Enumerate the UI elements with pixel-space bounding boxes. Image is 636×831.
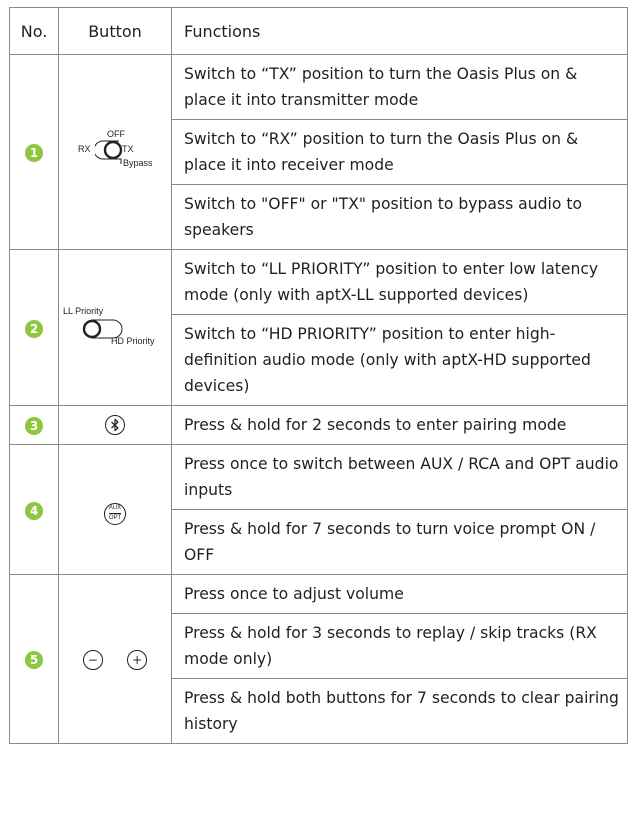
header-button: Button [58,7,172,55]
function-text: Switch to “LL PRIORITY” position to ente… [171,249,628,315]
divider [109,513,121,515]
number-badge: 4 [25,501,43,520]
opt-label: OPT [108,515,122,522]
row-number-cell: 4 [9,444,59,575]
header-no: No. [9,7,59,55]
power-mode-switch-diagram: OFF RX TX Bypass [65,127,165,177]
minus-icon: − [82,649,103,670]
function-text: Press & hold both buttons for 7 seconds … [171,678,628,744]
functions-table: No. Button Functions 1 OFF RX TX Bypass … [9,7,628,744]
table-row: 3 Press & hold for 2 seconds to enter pa… [9,405,628,445]
function-text: Switch to “TX” position to turn the Oasi… [171,54,628,120]
function-text: Press & hold for 7 seconds to turn voice… [171,509,628,575]
function-text: Press & hold for 2 seconds to enter pair… [171,405,628,445]
table-row: 2 LL Priority HD Priority Switch to “LL … [9,249,628,406]
table-row: 4 AUX OPT Press once to switch between A… [9,444,628,575]
bluetooth-icon [105,415,125,435]
number-badge: 2 [25,319,43,338]
row-number-cell: 5 [9,574,59,744]
function-text: Switch to "OFF" or "TX" position to bypa… [171,184,628,250]
tx-label: TX [122,144,134,154]
power-mode-switch-cell: OFF RX TX Bypass [58,54,172,250]
aux-opt-icon: AUX OPT [104,502,126,525]
header-functions: Functions [171,7,628,55]
bypass-label: Bypass [123,158,153,168]
volume-buttons-cell: − + [58,574,172,744]
table-row: 5 − + Press once to adjust volume [9,574,628,744]
priority-switch-cell: LL Priority HD Priority [58,249,172,406]
number-badge: 5 [25,651,43,669]
plus-icon: + [127,649,148,670]
number-badge: 3 [25,417,43,435]
function-text: Switch to “RX” position to turn the Oasi… [171,119,628,185]
row-number-cell: 1 [9,54,59,250]
row-number-cell: 3 [9,405,59,445]
ll-priority-label: LL Priority [63,305,104,316]
bluetooth-button-cell [58,405,172,445]
input-button-cell: AUX OPT [58,444,172,575]
aux-label: AUX [108,505,122,512]
function-text: Press once to adjust volume [171,574,628,614]
header-row: No. Button Functions [9,7,628,55]
function-text: Press once to switch between AUX / RCA a… [171,444,628,510]
priority-switch-diagram: LL Priority HD Priority [61,303,169,353]
rx-label: RX [78,144,91,154]
function-text: Press & hold for 3 seconds to replay / s… [171,613,628,679]
hd-priority-label: HD Priority [111,335,155,346]
number-badge: 1 [25,144,43,162]
table-row: 1 OFF RX TX Bypass Switch to “TX” positi… [9,54,628,250]
function-text: Switch to “HD PRIORITY” position to ente… [171,314,628,406]
row-number-cell: 2 [9,249,59,406]
